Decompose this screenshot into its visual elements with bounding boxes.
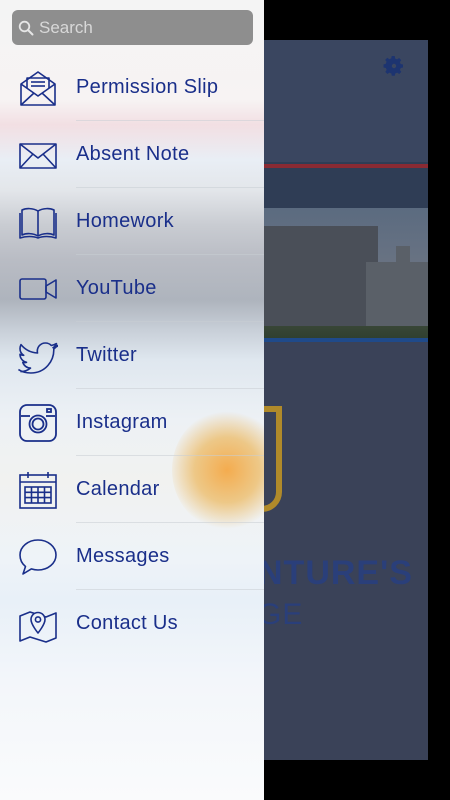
envelope-icon — [18, 135, 58, 175]
school-name-line2: GE — [258, 598, 304, 631]
logo-area — [258, 342, 428, 760]
calendar-icon — [18, 470, 58, 510]
divider-line — [258, 164, 428, 168]
tower-shape — [396, 246, 410, 268]
side-menu-drawer: Search Permission Slip Absent Note Homew… — [0, 0, 264, 800]
twitter-bird-icon — [18, 336, 58, 376]
search-input[interactable]: Search — [12, 10, 253, 45]
search-icon — [18, 20, 34, 35]
menu-item-absent-note[interactable]: Absent Note — [0, 121, 264, 188]
building-shape — [258, 226, 378, 326]
building-shape — [366, 262, 428, 326]
book-icon — [18, 202, 58, 242]
menu-item-twitter[interactable]: Twitter — [0, 322, 264, 389]
menu-item-instagram[interactable]: Instagram — [0, 389, 264, 456]
map-pin-icon — [18, 604, 58, 644]
menu-item-label: Homework — [76, 210, 174, 232]
menu-item-label: Contact Us — [76, 612, 178, 634]
menu-item-label: Calendar — [76, 478, 160, 500]
menu-item-label: Permission Slip — [76, 76, 219, 98]
menu-item-youtube[interactable]: YouTube — [0, 255, 264, 322]
menu-item-label: Messages — [76, 545, 170, 567]
video-camera-icon — [18, 269, 58, 309]
search-placeholder: Search — [39, 17, 93, 37]
menu-item-label: YouTube — [76, 277, 157, 299]
background-app-screen: NTURE'S GE — [258, 40, 428, 760]
school-name-line1: NTURE'S — [258, 554, 413, 592]
menu-item-label: Absent Note — [76, 143, 190, 165]
menu-list: Permission Slip Absent Note Homework You… — [0, 54, 264, 657]
menu-item-messages[interactable]: Messages — [0, 523, 264, 590]
menu-item-calendar[interactable]: Calendar — [0, 456, 264, 523]
menu-item-label: Instagram — [76, 411, 168, 433]
menu-item-homework[interactable]: Homework — [0, 188, 264, 255]
menu-item-contact-us[interactable]: Contact Us — [0, 590, 264, 657]
gear-icon[interactable] — [382, 54, 406, 78]
menu-item-permission-slip[interactable]: Permission Slip — [0, 54, 264, 121]
envelope-open-icon — [18, 68, 58, 108]
menu-item-label: Twitter — [76, 344, 137, 366]
chat-bubble-icon — [18, 537, 58, 577]
instagram-camera-icon — [18, 403, 58, 443]
